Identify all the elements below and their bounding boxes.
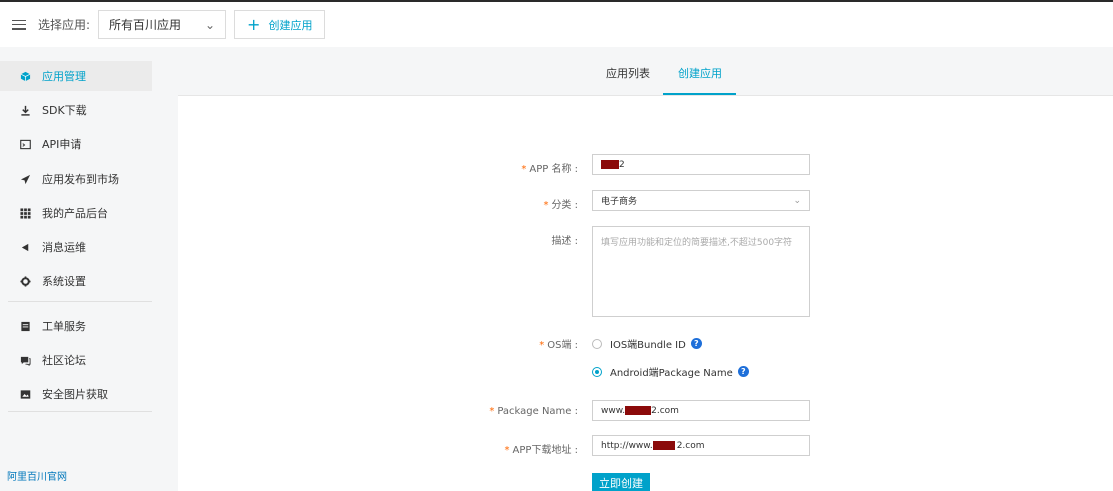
description-textarea[interactable]: 填写应用功能和定位的简要描述,不超过500字符 (592, 226, 810, 317)
help-icon[interactable]: ? (690, 338, 702, 349)
redaction (625, 406, 652, 415)
create-app-label: 创建应用 (268, 18, 313, 32)
sidebar-item-api-apply[interactable]: API申请 (0, 129, 152, 159)
chevron-down-icon: ⌄ (793, 195, 801, 206)
sidebar-item-ticket-service[interactable]: 工单服务 (0, 311, 152, 341)
gear-icon (19, 275, 31, 287)
sidebar-item-label: 应用管理 (42, 70, 86, 83)
sidebar-divider (8, 301, 152, 302)
sidebar-item-app-management[interactable]: 应用管理 (0, 61, 152, 91)
tab-app-list[interactable]: 应用列表 (606, 65, 650, 81)
sidebar-item-message-ops[interactable]: 消息运维 (0, 232, 152, 262)
menu-icon[interactable] (12, 19, 26, 30)
sidebar-item-label: 工单服务 (42, 320, 86, 333)
sidebar-divider (8, 411, 152, 412)
app-select-value: 所有百川应用 (109, 18, 182, 32)
chevron-down-icon: ⌄ (204, 17, 216, 32)
radio-checked[interactable] (592, 366, 602, 377)
download-url-label: * APP下载地址 : (504, 445, 578, 456)
top-bar: 选择应用: 所有百川应用 ⌄ + 创建应用 (0, 0, 1113, 47)
app-name-input[interactable]: 2 (592, 154, 810, 175)
sidebar-item-community-forum[interactable]: 社区论坛 (0, 345, 152, 375)
redaction (652, 441, 675, 450)
sidebar-item-system-settings[interactable]: 系统设置 (0, 266, 152, 296)
tab-bar: 应用列表 创建应用 (178, 47, 1113, 96)
package-name-label: * Package Name : (489, 406, 578, 417)
category-label: * 分类 : (543, 200, 578, 211)
select-app-label: 选择应用: (38, 18, 91, 32)
sidebar-item-label: 系统设置 (42, 275, 86, 288)
sidebar-item-label: SDK下载 (42, 104, 87, 117)
terminal-icon (19, 138, 31, 150)
tab-create-app[interactable]: 创建应用 (678, 65, 722, 81)
create-now-button[interactable]: 立即创建 (592, 473, 650, 491)
cube-icon (19, 70, 31, 82)
sidebar: 应用管理 SDK下载 API申请 应用发布到市场 我的产品后台 消息运维 系统设… (0, 47, 152, 491)
download-icon (19, 104, 31, 116)
description-label: 描述 : (551, 236, 578, 247)
ticket-icon (19, 320, 31, 332)
android-radio-option[interactable]: Android端Package Name ? (592, 364, 749, 379)
plus-icon: + (247, 14, 261, 34)
help-icon[interactable]: ? (737, 366, 749, 377)
radio-unchecked[interactable] (592, 338, 602, 349)
category-select[interactable]: 电子商务 ⌄ (592, 190, 810, 211)
os-label: * OS端 : (539, 340, 578, 351)
sidebar-item-label: API申请 (42, 138, 82, 151)
sidebar-item-label: 消息运维 (42, 241, 86, 254)
package-name-input[interactable]: www. 2.com (592, 400, 810, 421)
sidebar-item-label: 安全图片获取 (42, 388, 108, 401)
download-url-input[interactable]: http://www. 2.com (592, 435, 810, 456)
alibaba-baichuan-link[interactable]: 阿里百川官网 (7, 468, 67, 483)
active-tab-indicator (663, 93, 736, 95)
sidebar-item-label: 社区论坛 (42, 354, 86, 367)
sidebar-item-label: 我的产品后台 (42, 207, 108, 220)
sidebar-item-sdk-download[interactable]: SDK下载 (0, 95, 152, 125)
redaction (601, 160, 619, 169)
sidebar-item-secure-image[interactable]: 安全图片获取 (0, 379, 152, 409)
sidebar-item-product-backend[interactable]: 我的产品后台 (0, 198, 152, 228)
ios-radio-option[interactable]: IOS端Bundle ID ? (592, 336, 702, 351)
app-name-label: * APP 名称 : (521, 164, 578, 175)
send-icon (19, 173, 31, 185)
sidebar-item-label: 应用发布到市场 (42, 173, 119, 186)
image-icon (19, 388, 31, 400)
sidebar-item-publish-market[interactable]: 应用发布到市场 (0, 164, 152, 194)
create-app-button[interactable]: + 创建应用 (234, 10, 326, 39)
chat-icon (19, 354, 31, 366)
main-content: 应用列表 创建应用 * APP 名称 : 2 * 分类 : 电子商务 ⌄ 描述 : … (178, 47, 1113, 491)
grid-icon (19, 207, 31, 219)
app-select[interactable]: 所有百川应用 ⌄ (98, 10, 227, 39)
megaphone-icon (19, 241, 31, 253)
